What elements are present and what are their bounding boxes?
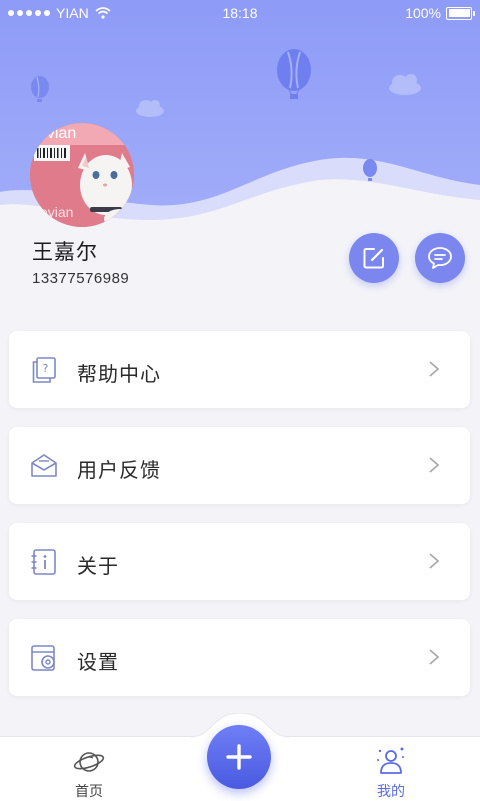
tab-mine-label: 我的 <box>377 784 405 800</box>
battery-percent: 100% <box>405 5 441 21</box>
message-bubble-icon <box>428 247 452 269</box>
info-icon <box>31 549 56 575</box>
tab-mine[interactable]: 我的 <box>346 737 436 801</box>
feedback-mail-icon <box>31 454 57 477</box>
status-battery-group: 100% <box>405 5 475 21</box>
menu-item-about[interactable]: 关于 <box>9 523 470 600</box>
user-profile-icon <box>377 747 404 774</box>
planet-icon <box>73 752 105 772</box>
tab-home-label: 首页 <box>75 784 103 800</box>
menu-label: 关于 <box>77 554 119 578</box>
tab-home[interactable]: 首页 <box>44 737 134 801</box>
avatar-image: evian evian <box>30 123 134 227</box>
help-doc-icon: ? <box>32 357 56 383</box>
plus-icon <box>226 744 252 770</box>
menu-label: 用户反馈 <box>77 458 161 482</box>
menu-item-settings[interactable]: 设置 <box>9 619 470 696</box>
svg-text:?: ? <box>43 362 49 375</box>
chevron-right-icon <box>429 649 440 665</box>
edit-icon <box>363 248 384 269</box>
status-bar: YIAN 18:18 100% <box>0 0 480 26</box>
menu-label: 帮助中心 <box>77 362 161 386</box>
menu-item-help-center[interactable]: ? 帮助中心 <box>9 331 470 408</box>
user-name: 王嘉尔 <box>32 240 98 264</box>
chevron-right-icon <box>429 553 440 569</box>
settings-icon <box>31 645 55 671</box>
chevron-right-icon <box>429 361 440 377</box>
menu-label: 设置 <box>77 650 119 674</box>
battery-icon <box>446 6 475 20</box>
add-button[interactable] <box>207 725 271 789</box>
message-button[interactable] <box>415 233 465 283</box>
menu-item-user-feedback[interactable]: 用户反馈 <box>9 427 470 504</box>
chevron-right-icon <box>429 457 440 473</box>
edit-profile-button[interactable] <box>349 233 399 283</box>
avatar[interactable]: evian evian <box>30 123 134 227</box>
user-phone: 13377576989 <box>32 270 130 287</box>
